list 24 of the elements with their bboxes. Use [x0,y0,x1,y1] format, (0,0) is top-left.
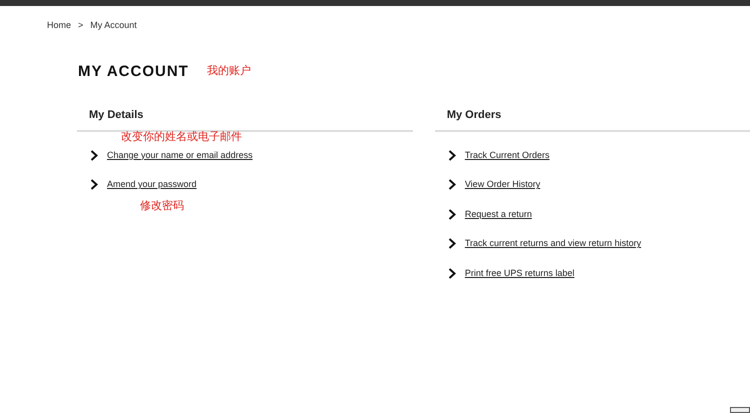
annotation-text: 改变你的姓名或电子邮件 [121,130,242,144]
chevron-right-icon [448,208,456,220]
chevron-right-icon [90,150,98,161]
breadcrumb-link[interactable]: Home [47,19,72,32]
account-link[interactable]: Request a return [464,208,532,222]
account-link[interactable]: View Order History [464,178,540,192]
account-link[interactable]: Track Current Orders [464,148,550,162]
corner-box [730,407,750,413]
account-link[interactable]: Print free UPS returns label [464,266,574,280]
chevron-right-icon [448,238,456,250]
account-link[interactable]: Amend your password [107,178,197,192]
section-heading: My Orders [434,108,750,132]
chevron-right-icon [90,179,98,190]
breadcrumb-current: My Account [90,19,137,32]
chevron-right-icon [448,179,456,190]
page-title: MY ACCOUNT [78,62,189,80]
account-link[interactable]: Change your name or email address [107,148,253,162]
account-link[interactable]: Track current returns and view return history [464,237,642,251]
annotation-text: 修改密码 [140,198,184,214]
chevron-right-icon [448,268,456,279]
breadcrumb-separator: > [78,19,84,32]
annotation-text: 我的账户 [206,64,251,80]
chevron-right-icon [448,150,456,161]
section-heading: My Details [77,108,413,132]
